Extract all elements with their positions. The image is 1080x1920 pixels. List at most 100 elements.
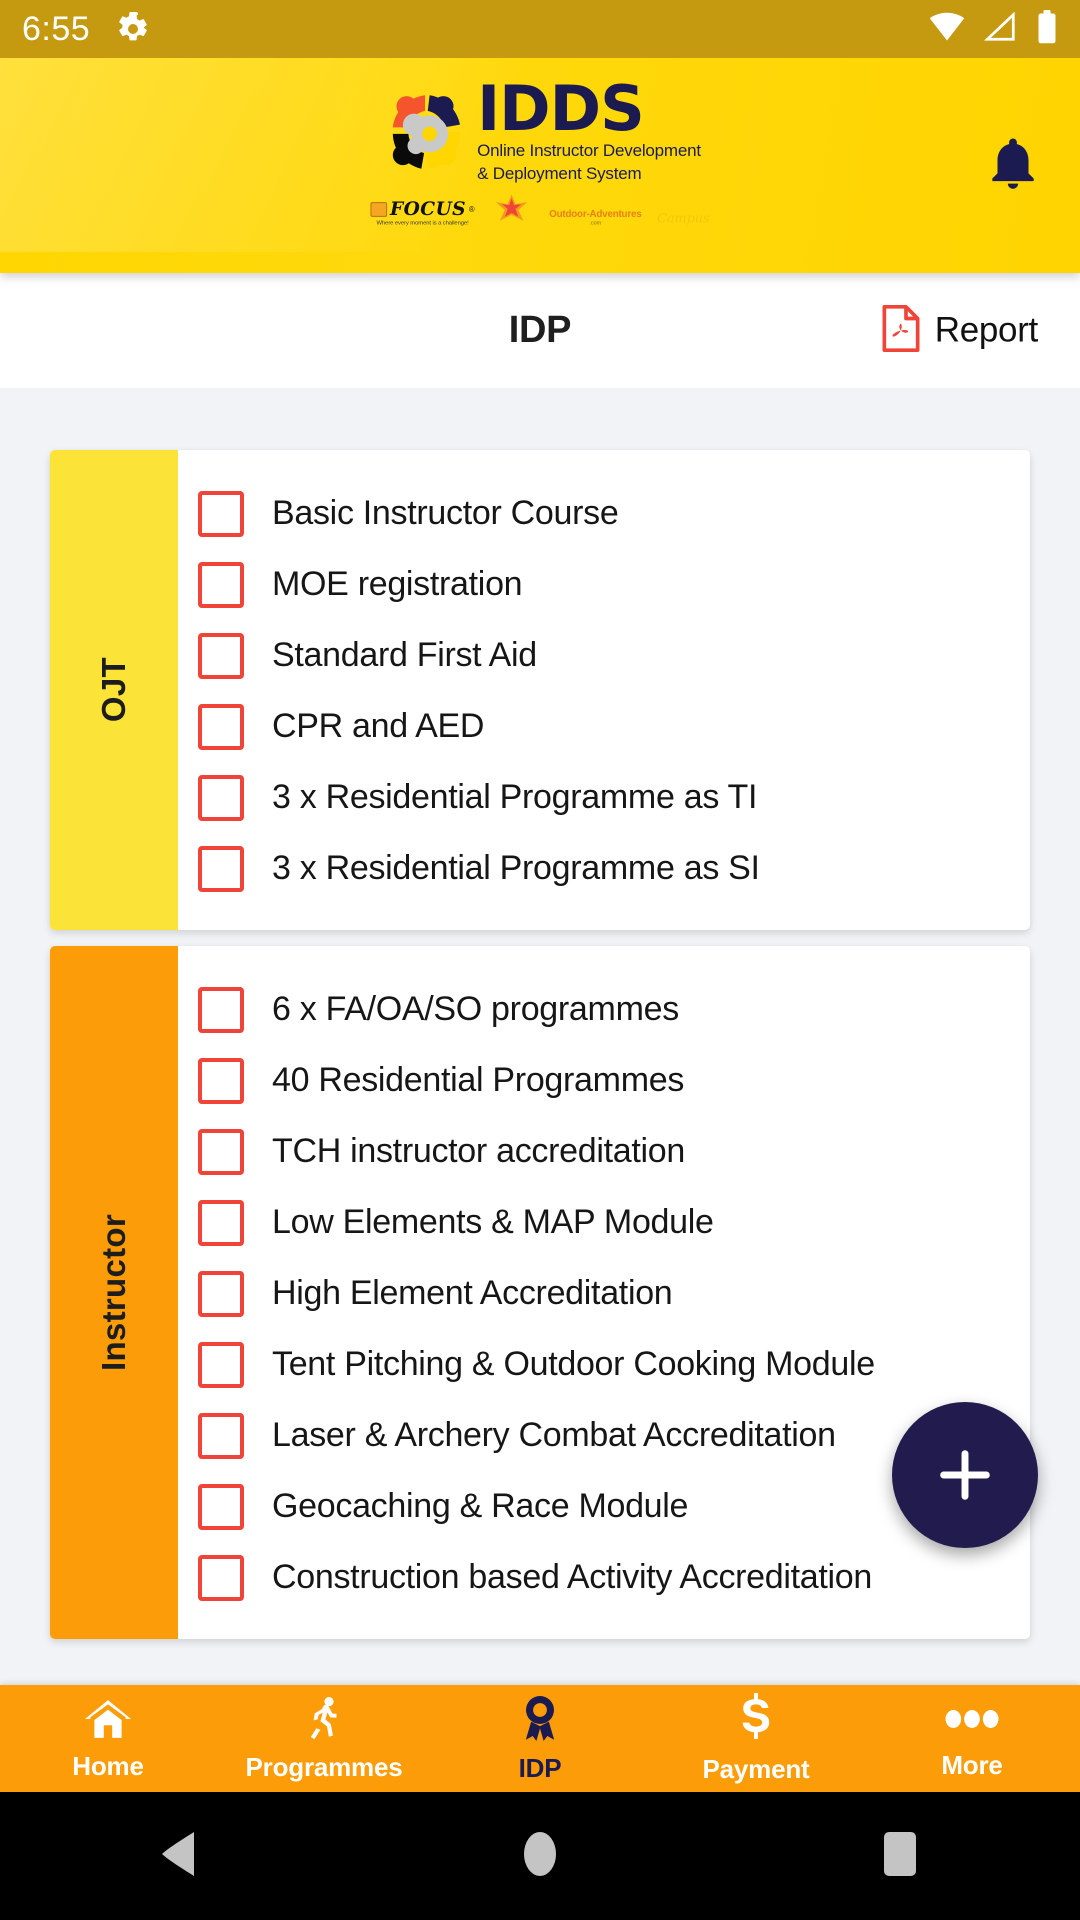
wifi-icon [928, 12, 966, 47]
recents-button[interactable] [840, 1831, 960, 1882]
list-item[interactable]: Laser & Archery Combat Accreditation [198, 1400, 1010, 1471]
partner-logos: FOCUS ® Where every moment is a challeng… [370, 194, 710, 228]
list-item[interactable]: Construction based Activity Accreditatio… [198, 1542, 1010, 1613]
list-item-label: 40 Residential Programmes [272, 1061, 685, 1099]
list-item[interactable]: Basic Instructor Course [198, 478, 1010, 549]
home-button[interactable] [480, 1830, 600, 1883]
partner-logo-campus: Campus [657, 212, 710, 228]
gear-icon [116, 12, 150, 46]
bell-icon[interactable] [982, 132, 1044, 199]
android-navigation-bar [0, 1792, 1080, 1920]
logo-subtitle-line2: & Deployment System [477, 164, 642, 184]
checkbox[interactable] [198, 845, 244, 892]
checkbox[interactable] [198, 1199, 244, 1246]
app-logo: IDDS Online Instructor Development & Dep… [0, 77, 1080, 228]
partner-oa-tagline: .com [589, 221, 602, 228]
card-tab-instructor-label: Instructor [95, 1213, 132, 1371]
page-title: IDP [508, 309, 572, 351]
status-bar: 6:55 [0, 0, 1080, 58]
list-item-label: 3 x Residential Programme as TI [272, 778, 758, 816]
nav-item-payment[interactable]: Payment [648, 1685, 864, 1792]
battery-icon [1036, 9, 1058, 49]
list-item-label: Standard First Aid [272, 636, 537, 674]
ellipsis-icon [944, 1697, 1000, 1746]
list-item[interactable]: MOE registration [198, 549, 1010, 620]
checkbox[interactable] [198, 561, 244, 608]
partner-logo-outdoor-adventures: Outdoor-Adventures .com [549, 209, 642, 228]
home-icon [82, 1696, 134, 1747]
checkbox[interactable] [198, 986, 244, 1033]
card-tab-ojt: OJT [50, 450, 178, 930]
nav-item-idp[interactable]: IDP [432, 1685, 648, 1792]
card-tab-instructor: Instructor [50, 946, 178, 1639]
running-person-icon [300, 1695, 348, 1748]
back-button[interactable] [120, 1830, 240, 1883]
list-item-label: CPR and AED [272, 707, 485, 745]
list-item[interactable]: CPR and AED [198, 691, 1010, 762]
page-title-bar: IDP Report [0, 273, 1080, 388]
triangle-back-icon [158, 1830, 202, 1883]
cell-signal-icon [983, 11, 1018, 47]
status-bar-time: 6:55 [22, 9, 91, 48]
list-item-label: MOE registration [272, 565, 523, 603]
status-bar-icons [928, 9, 1058, 49]
partner-focus-tagline: Where every moment is a challenge! [376, 221, 469, 228]
checkbox[interactable] [198, 703, 244, 750]
list-item-label: Geocaching & Race Module [272, 1487, 689, 1525]
nav-item-home-label: Home [72, 1750, 144, 1781]
checkbox[interactable] [198, 1270, 244, 1317]
wild-challenge-star-icon [490, 194, 533, 227]
nav-item-home[interactable]: Home [0, 1685, 216, 1792]
pdf-file-icon [881, 304, 921, 357]
card-instructor-items: 6 x FA/OA/SO programmes 40 Residential P… [178, 946, 1030, 1639]
partner-focus-name: FOCUS [390, 198, 466, 221]
list-item-label: Tent Pitching & Outdoor Cooking Module [272, 1345, 875, 1383]
list-item-label: Construction based Activity Accreditatio… [272, 1558, 873, 1596]
checkbox[interactable] [198, 1057, 244, 1104]
card-instructor: Instructor 6 x FA/OA/SO programmes 40 Re… [50, 946, 1030, 1639]
checkbox[interactable] [198, 1554, 244, 1601]
list-item[interactable]: 40 Residential Programmes [198, 1045, 1010, 1116]
logo-subtitle-line1: Online Instructor Development [477, 141, 701, 161]
checkbox[interactable] [198, 774, 244, 821]
report-label: Report [934, 310, 1039, 350]
list-item-label: Laser & Archery Combat Accreditation [272, 1416, 836, 1454]
plus-icon [940, 1450, 990, 1500]
card-ojt-items: Basic Instructor Course MOE registration… [178, 450, 1030, 930]
list-item[interactable]: 3 x Residential Programme as SI [198, 833, 1010, 904]
app-header: IDDS Online Instructor Development & Dep… [0, 58, 1080, 273]
list-item[interactable]: Tent Pitching & Outdoor Cooking Module [198, 1329, 1010, 1400]
card-ojt: OJT Basic Instructor Course MOE registra… [50, 450, 1030, 930]
list-item[interactable]: Standard First Aid [198, 620, 1010, 691]
list-item-label: TCH instructor accreditation [272, 1132, 685, 1170]
checkbox[interactable] [198, 1483, 244, 1530]
square-recents-icon [883, 1831, 917, 1882]
list-item-label: 3 x Residential Programme as SI [272, 849, 760, 887]
add-button[interactable] [892, 1402, 1038, 1548]
nav-item-idp-label: IDP [518, 1752, 562, 1783]
partner-logo-focus: FOCUS ® Where every moment is a challeng… [370, 198, 475, 228]
nav-item-payment-label: Payment [702, 1753, 810, 1784]
list-item[interactable]: 3 x Residential Programme as TI [198, 762, 1010, 833]
list-item-label: 6 x FA/OA/SO programmes [272, 990, 679, 1028]
nav-item-programmes[interactable]: Programmes [216, 1685, 432, 1792]
partner-oa-name: Outdoor-Adventures [549, 209, 642, 221]
list-item[interactable]: 6 x FA/OA/SO programmes [198, 974, 1010, 1045]
award-ribbon-icon [517, 1694, 563, 1749]
checkbox[interactable] [198, 1412, 244, 1459]
nav-item-more[interactable]: More [864, 1685, 1080, 1792]
report-button[interactable]: Report [881, 304, 1038, 357]
list-item[interactable]: High Element Accreditation [198, 1258, 1010, 1329]
checkbox[interactable] [198, 1128, 244, 1175]
checkbox[interactable] [198, 632, 244, 679]
card-tab-ojt-label: OJT [95, 657, 132, 723]
list-item-label: Basic Instructor Course [272, 494, 619, 532]
list-item[interactable]: Low Elements & MAP Module [198, 1187, 1010, 1258]
list-item[interactable]: TCH instructor accreditation [198, 1116, 1010, 1187]
checkbox[interactable] [198, 490, 244, 537]
dollar-sign-icon [736, 1692, 776, 1750]
focus-badge-icon [370, 202, 388, 217]
bottom-navigation: Home Programmes IDP Payment More [0, 1685, 1080, 1792]
checkbox[interactable] [198, 1341, 244, 1388]
list-item[interactable]: Geocaching & Race Module [198, 1471, 1010, 1542]
